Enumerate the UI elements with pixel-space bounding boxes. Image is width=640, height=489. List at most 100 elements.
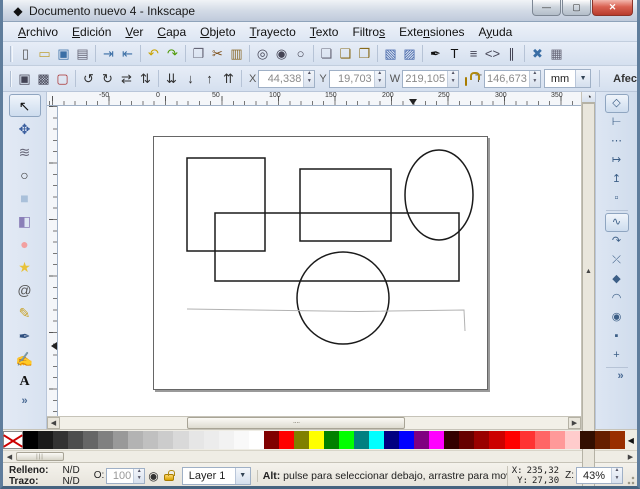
palette-scroll-left-arrow[interactable]: ◀ <box>3 451 16 462</box>
menu-ver[interactable]: Ver <box>118 23 150 41</box>
circle-shape[interactable] <box>297 252 389 344</box>
snap-rotation-centers-icon[interactable]: + <box>605 346 629 365</box>
copy-icon[interactable]: ❐ <box>189 44 208 63</box>
horizontal-scroll-thumb[interactable] <box>187 417 405 429</box>
menu-edición[interactable]: Edición <box>65 23 118 41</box>
layer-lock-icon[interactable] <box>164 474 174 481</box>
color-swatch[interactable] <box>128 431 143 449</box>
new-document-icon[interactable]: ▯ <box>16 44 35 63</box>
color-swatch[interactable] <box>234 431 249 449</box>
group-icon[interactable]: ▧ <box>381 44 400 63</box>
rectangle-tool[interactable]: ■ <box>9 186 41 209</box>
color-swatch[interactable] <box>249 431 264 449</box>
close-button[interactable]: ✕ <box>592 0 633 16</box>
color-swatch[interactable] <box>489 431 504 449</box>
open-document-icon[interactable]: ▭ <box>35 44 54 63</box>
snap-bbox-icon[interactable]: ⊢ <box>605 113 629 132</box>
menu-trayecto[interactable]: Trayecto <box>243 23 303 41</box>
vertical-ruler[interactable] <box>47 106 58 416</box>
color-swatch[interactable] <box>354 431 369 449</box>
color-swatch[interactable] <box>264 431 279 449</box>
stroke-value[interactable]: N/D <box>62 476 79 487</box>
ungroup-icon[interactable]: ▨ <box>400 44 419 63</box>
toolbar-grip[interactable] <box>10 71 12 87</box>
x-spinner[interactable]: ▲▼ <box>303 71 314 87</box>
toolbar-grip[interactable] <box>10 46 13 62</box>
color-swatch[interactable] <box>68 431 83 449</box>
import-icon[interactable]: ⇥ <box>99 44 118 63</box>
select-all-layers-icon[interactable]: ▩ <box>34 69 53 88</box>
raise-to-top-icon[interactable]: ⇈ <box>219 69 238 88</box>
palette-more-arrow[interactable]: ◀ <box>625 431 637 449</box>
snap-object-centers-icon[interactable]: ▪ <box>605 327 629 346</box>
paste-icon[interactable]: ▥ <box>227 44 246 63</box>
color-swatch[interactable] <box>38 431 53 449</box>
minimize-button[interactable]: — <box>532 0 561 16</box>
ellipse-shape[interactable] <box>405 150 473 240</box>
color-swatch[interactable] <box>309 431 324 449</box>
wide-rectangle-shape[interactable] <box>215 213 459 281</box>
color-swatch[interactable] <box>158 431 173 449</box>
star-tool[interactable]: ★ <box>9 255 41 278</box>
palette-scroll-right-arrow[interactable]: ▶ <box>624 451 637 462</box>
freehand-line-shape[interactable] <box>187 309 465 331</box>
zoom-selection-icon[interactable]: ◎ <box>253 44 272 63</box>
save-document-icon[interactable]: ▣ <box>54 44 73 63</box>
rectangle-shape[interactable] <box>300 169 391 241</box>
menu-texto[interactable]: Texto <box>303 23 346 41</box>
x-input[interactable] <box>259 71 303 87</box>
scroll-right-arrow[interactable]: ▶ <box>568 417 581 429</box>
color-swatch[interactable] <box>324 431 339 449</box>
fill-value[interactable]: N/D <box>62 465 79 476</box>
opacity-spinner[interactable]: ▲▼ <box>133 469 144 483</box>
preferences-icon[interactable]: ✖ <box>528 44 547 63</box>
flip-vertical-icon[interactable]: ⇅ <box>136 69 155 88</box>
color-swatch[interactable] <box>444 431 459 449</box>
menu-objeto[interactable]: Objeto <box>193 23 242 41</box>
y-input[interactable] <box>330 71 374 87</box>
color-swatch[interactable] <box>189 431 204 449</box>
bezier-pen-tool[interactable]: ✒ <box>9 324 41 347</box>
menu-ayuda[interactable]: Ayuda <box>472 23 520 41</box>
export-icon[interactable]: ⇤ <box>118 44 137 63</box>
menu-archivo[interactable]: Archivo <box>11 23 65 41</box>
color-swatch[interactable] <box>173 431 188 449</box>
zoom-spinner[interactable]: ▲▼ <box>611 468 622 483</box>
swatch-none[interactable] <box>3 431 23 449</box>
cut-icon[interactable]: ✂ <box>208 44 227 63</box>
pencil-tool[interactable]: ✎ <box>9 301 41 324</box>
snap-enable-icon[interactable]: ◇ <box>605 94 629 113</box>
layer-dropdown[interactable]: Layer 1 ▼ <box>182 467 251 485</box>
snap-cusp-nodes-icon[interactable]: ◆ <box>605 270 629 289</box>
layer-dropdown-arrow[interactable]: ▼ <box>235 468 250 484</box>
color-swatch[interactable] <box>595 431 610 449</box>
color-swatch[interactable] <box>339 431 354 449</box>
color-swatch[interactable] <box>429 431 444 449</box>
horizontal-ruler[interactable]: -50050100150200250300350 <box>47 92 581 106</box>
color-swatch[interactable] <box>219 431 234 449</box>
color-swatch[interactable] <box>279 431 294 449</box>
menu-filtros[interactable]: Filtros <box>345 23 392 41</box>
menu-extensiones[interactable]: Extensiones <box>392 23 471 41</box>
color-swatch[interactable] <box>550 431 565 449</box>
color-swatch[interactable] <box>23 431 38 449</box>
color-swatch[interactable] <box>204 431 219 449</box>
node-editor-tool[interactable]: ✥ <box>9 117 41 140</box>
snap-midpoints-icon[interactable]: ◉ <box>605 308 629 327</box>
color-swatch[interactable] <box>459 431 474 449</box>
color-swatch[interactable] <box>53 431 68 449</box>
lower-icon[interactable]: ↓ <box>181 69 200 88</box>
rotate-ccw-icon[interactable]: ↺ <box>79 69 98 88</box>
lock-ratio-icon[interactable] <box>465 77 467 86</box>
snap-nodes-icon[interactable]: ∿ <box>605 213 629 232</box>
opacity-input[interactable] <box>107 469 133 483</box>
height-spinner[interactable]: ▲▼ <box>529 71 540 87</box>
snap-bbox-corners-icon[interactable]: ↦ <box>605 151 629 170</box>
window-resize-grip[interactable] <box>625 463 635 488</box>
color-swatch[interactable] <box>414 431 429 449</box>
canvas-viewport[interactable] <box>58 106 581 416</box>
color-swatch[interactable] <box>98 431 113 449</box>
color-swatch[interactable] <box>580 431 595 449</box>
text-tool[interactable]: A <box>9 370 41 393</box>
xml-editor-icon[interactable]: <> <box>483 44 502 63</box>
